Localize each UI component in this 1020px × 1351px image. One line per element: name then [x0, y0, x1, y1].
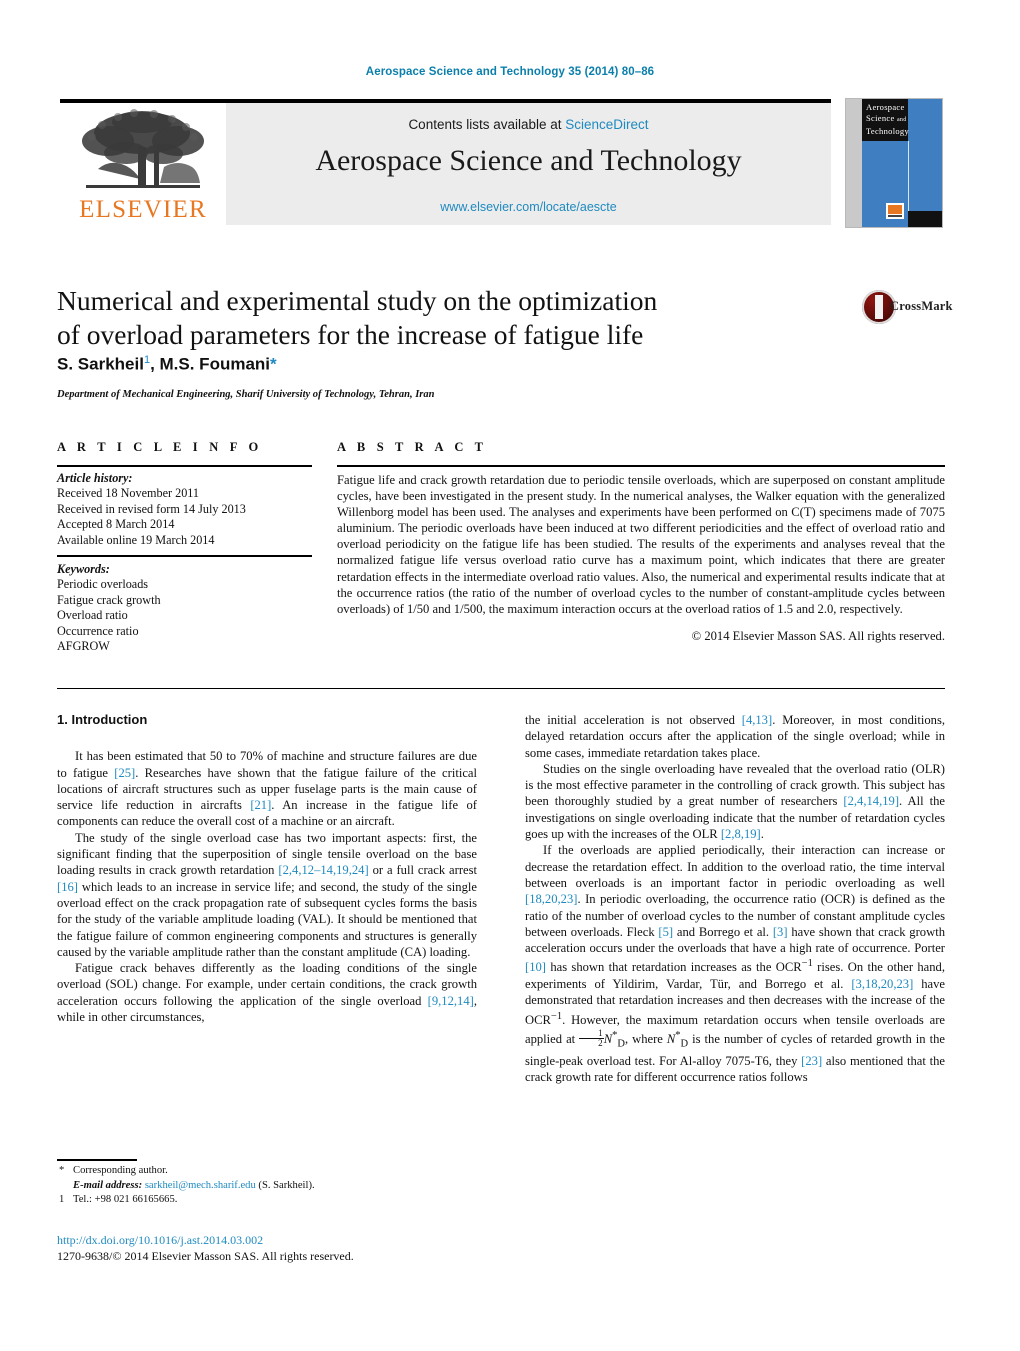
- paragraph: If the overloads are applied periodicall…: [525, 843, 946, 1085]
- section-heading-introduction: 1. Introduction: [57, 712, 148, 727]
- paragraph: The study of the single overload case ha…: [57, 830, 478, 959]
- body-column-left: 1. Introduction It has been estimated th…: [57, 712, 477, 1025]
- footnote-block: * Corresponding author. E-mail address: …: [57, 1164, 487, 1208]
- cover-title-text: Aerospace Science and Technology: [866, 102, 920, 137]
- paragraph: It has been estimated that 50 to 70% of …: [57, 749, 477, 829]
- article-page: Aerospace Science and Technology 35 (201…: [0, 0, 1020, 1351]
- history-item-1: Received in revised form 14 July 2013: [57, 501, 246, 516]
- footnote-marker-star: *: [59, 1165, 65, 1176]
- citation-ref[interactable]: [2,4,12–14,19,24]: [278, 863, 368, 877]
- citation-ref[interactable]: [10]: [525, 961, 546, 975]
- paragraph: the initial acceleration is not observed…: [525, 713, 946, 760]
- footnote-rule: [57, 1159, 137, 1161]
- article-history: Article history: Received 18 November 20…: [57, 471, 312, 548]
- crossmark-badge[interactable]: CrossMark: [862, 288, 952, 328]
- journal-masthead: ELSEVIER Contents lists available at Sci…: [60, 103, 831, 225]
- article-info-heading: A R T I C L E I N F O: [57, 440, 263, 454]
- footnote-marker-one: 1: [59, 1194, 65, 1206]
- citation-ref[interactable]: [3,18,20,23]: [851, 977, 913, 991]
- masthead-center: Contents lists available at ScienceDirec…: [226, 103, 831, 225]
- body-separator-rule: [57, 688, 945, 689]
- running-head: Aerospace Science and Technology 35 (201…: [365, 66, 655, 78]
- footnote-corresponding-text: Corresponding author.: [73, 1165, 168, 1176]
- elsevier-tree-icon: [82, 109, 204, 188]
- citation-ref[interactable]: [3]: [773, 925, 788, 939]
- cover-footer-band: [908, 211, 942, 227]
- keyword-4: AFGROW: [57, 639, 110, 654]
- author-list: S. Sarkheil1, M.S. Foumani*: [57, 354, 747, 375]
- footnote-tel: 1 Tel.: +98 021 66165665.: [57, 1193, 487, 1208]
- issn-copyright-line: 1270-9638/© 2014 Elsevier Masson SAS. Al…: [57, 1249, 354, 1263]
- footnote-email: E-mail address: sarkheil@mech.sharif.edu…: [57, 1179, 487, 1194]
- keywords-block: Keywords: Periodic overloads Fatigue cra…: [57, 562, 312, 654]
- info-rule-mid: [57, 555, 312, 557]
- email-link[interactable]: sarkheil@mech.sharif.edu: [145, 1180, 256, 1191]
- citation-ref[interactable]: [21]: [250, 798, 271, 812]
- crossmark-label: CrossMark: [890, 299, 953, 313]
- history-item-3: Available online 19 March 2014: [57, 532, 215, 547]
- keyword-3: Occurrence ratio: [57, 623, 139, 638]
- keyword-2: Overload ratio: [57, 608, 128, 623]
- citation-ref[interactable]: [25]: [114, 766, 135, 780]
- math-one-half: 12: [579, 1029, 604, 1048]
- citation-ref[interactable]: [9,12,14]: [428, 994, 474, 1008]
- citation-ref[interactable]: [2,4,14,19]: [843, 794, 899, 808]
- abstract-heading: A B S T R A C T: [337, 440, 488, 454]
- history-item-2: Accepted 8 March 2014: [57, 517, 175, 532]
- abstract-block: Fatigue life and crack growth retardatio…: [337, 472, 945, 644]
- citation-ref[interactable]: [16]: [57, 880, 78, 894]
- keywords-label: Keywords:: [57, 562, 110, 576]
- history-item-0: Received 18 November 2011: [57, 486, 200, 501]
- cover-title-line2: Science: [866, 113, 895, 123]
- footnote-tel-text: Tel.: +98 021 66165665.: [73, 1194, 178, 1206]
- footnote-corresponding: * Corresponding author.: [57, 1164, 487, 1179]
- page-title: Numerical and experimental study on the …: [57, 284, 747, 352]
- cover-title-line3: and: [896, 117, 907, 123]
- keyword-1: Fatigue crack growth: [57, 592, 161, 607]
- abstract-copyright: © 2014 Elsevier Masson SAS. All rights r…: [691, 628, 945, 643]
- abstract-rule-top: [337, 465, 945, 467]
- paragraph: Fatigue crack behaves differently as the…: [57, 961, 477, 1025]
- title-line-1: Numerical and experimental study on the …: [57, 285, 658, 316]
- author-two[interactable]: , M.S. Foumani: [150, 355, 270, 374]
- article-history-label: Article history:: [57, 471, 133, 485]
- author-one[interactable]: S. Sarkheil: [57, 355, 144, 374]
- affiliation: Department of Mechanical Engineering, Sh…: [57, 389, 435, 400]
- citation-ref[interactable]: [5]: [658, 925, 673, 939]
- cover-spine: [846, 99, 862, 227]
- email-owner: (S. Sarkheil).: [258, 1179, 315, 1191]
- journal-title: Aerospace Science and Technology: [315, 144, 742, 177]
- sciencedirect-link[interactable]: ScienceDirect: [565, 117, 648, 132]
- email-label: E-mail address:: [73, 1179, 143, 1191]
- journal-url[interactable]: www.elsevier.com/locate/aescte: [226, 200, 831, 214]
- journal-cover-thumbnail[interactable]: Aerospace Science and Technology: [845, 98, 943, 228]
- citation-ref[interactable]: [23]: [801, 1054, 822, 1068]
- cover-elsevier-mark-icon: [886, 203, 904, 219]
- title-line-2: of overload parameters for the increase …: [57, 319, 644, 350]
- citation-ref[interactable]: [18,20,23]: [525, 892, 577, 906]
- keyword-0: Periodic overloads: [57, 577, 149, 592]
- cover-title-line1: Aerospace: [866, 102, 905, 112]
- citation-ref[interactable]: [2,8,19]: [721, 827, 761, 841]
- cover-title-line4: Technology: [866, 126, 910, 136]
- info-rule-top: [57, 465, 312, 467]
- contents-prefix: Contents lists available at: [408, 117, 566, 132]
- elsevier-wordmark: ELSEVIER: [79, 196, 207, 223]
- corresponding-author-marker[interactable]: *: [270, 355, 277, 374]
- paragraph: Studies on the single overloading have r…: [525, 761, 945, 842]
- citation-ref[interactable]: [4,13]: [742, 713, 772, 727]
- contents-line: Contents lists available at ScienceDirec…: [226, 117, 831, 132]
- doi-link[interactable]: http://dx.doi.org/10.1016/j.ast.2014.03.…: [57, 1232, 487, 1248]
- body-column-right: the initial acceleration is not observed…: [525, 712, 945, 1086]
- abstract-text: Fatigue life and crack growth retardatio…: [337, 473, 945, 616]
- elsevier-logo[interactable]: ELSEVIER: [60, 103, 226, 225]
